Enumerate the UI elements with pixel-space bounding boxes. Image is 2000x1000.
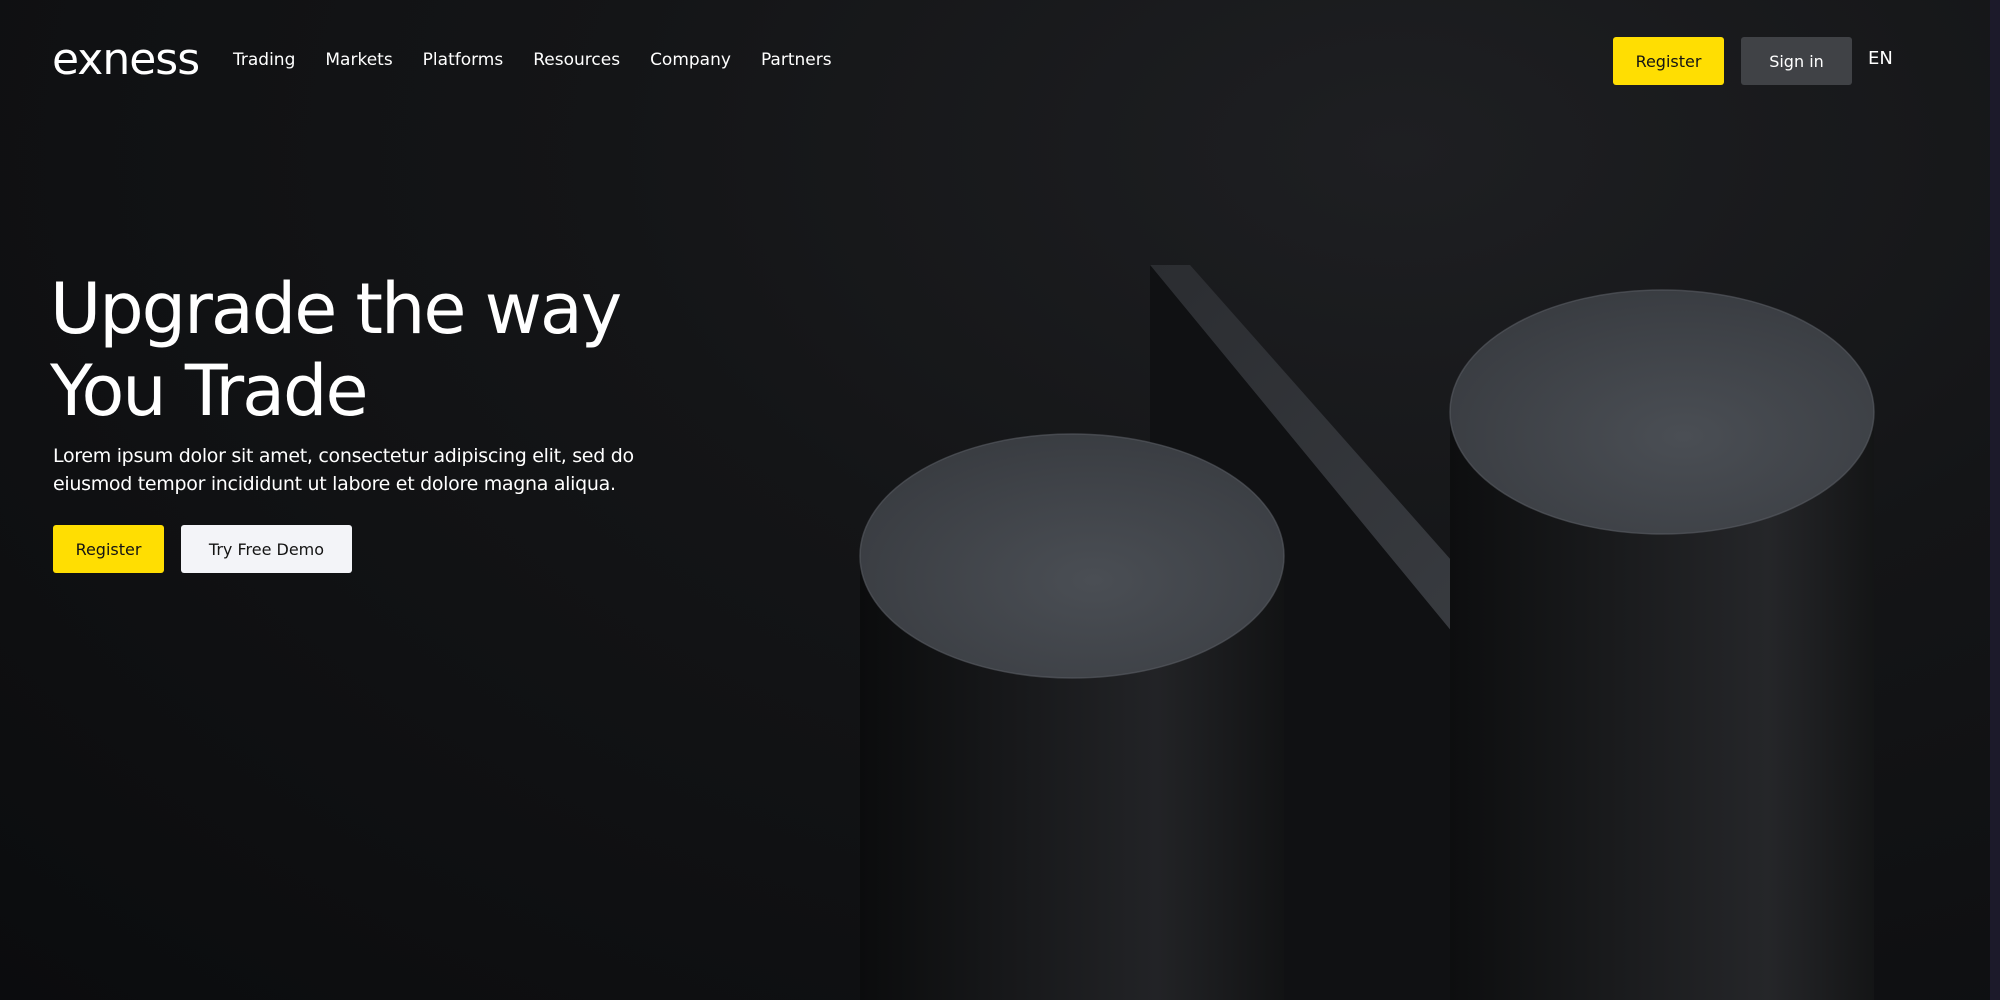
nav-item-company[interactable]: Company [650,49,731,71]
try-free-demo-button[interactable]: Try Free Demo [181,525,352,573]
header-register-button[interactable]: Register [1613,37,1724,85]
signin-button[interactable]: Sign in [1741,37,1852,85]
hero-title-line-1: Upgrade the way [50,268,622,350]
main-menu: Trading Markets Platforms Resources Comp… [233,49,862,71]
hero-title: Upgrade the way You Trade [50,268,850,432]
brand-logo[interactable]: exness [52,34,200,86]
hero-description: Lorem ipsum dolor sit amet, consectetur … [53,445,634,495]
nav-item-trading[interactable]: Trading [233,49,295,71]
hero-3d-illustration [859,265,1875,1000]
page: exness Trading Markets Platforms Resourc… [0,0,2000,1000]
hero-title-line-2: You Trade [50,350,369,432]
nav-item-platforms[interactable]: Platforms [423,49,504,71]
right-edge-strip [1990,0,2000,1000]
nav-item-resources[interactable]: Resources [533,49,620,71]
top-navbar: exness Trading Markets Platforms Resourc… [0,0,2000,120]
hero-register-button[interactable]: Register [53,525,164,573]
language-selector[interactable]: EN [1868,47,1893,71]
nav-item-partners[interactable]: Partners [761,49,832,71]
nav-item-markets[interactable]: Markets [325,49,392,71]
